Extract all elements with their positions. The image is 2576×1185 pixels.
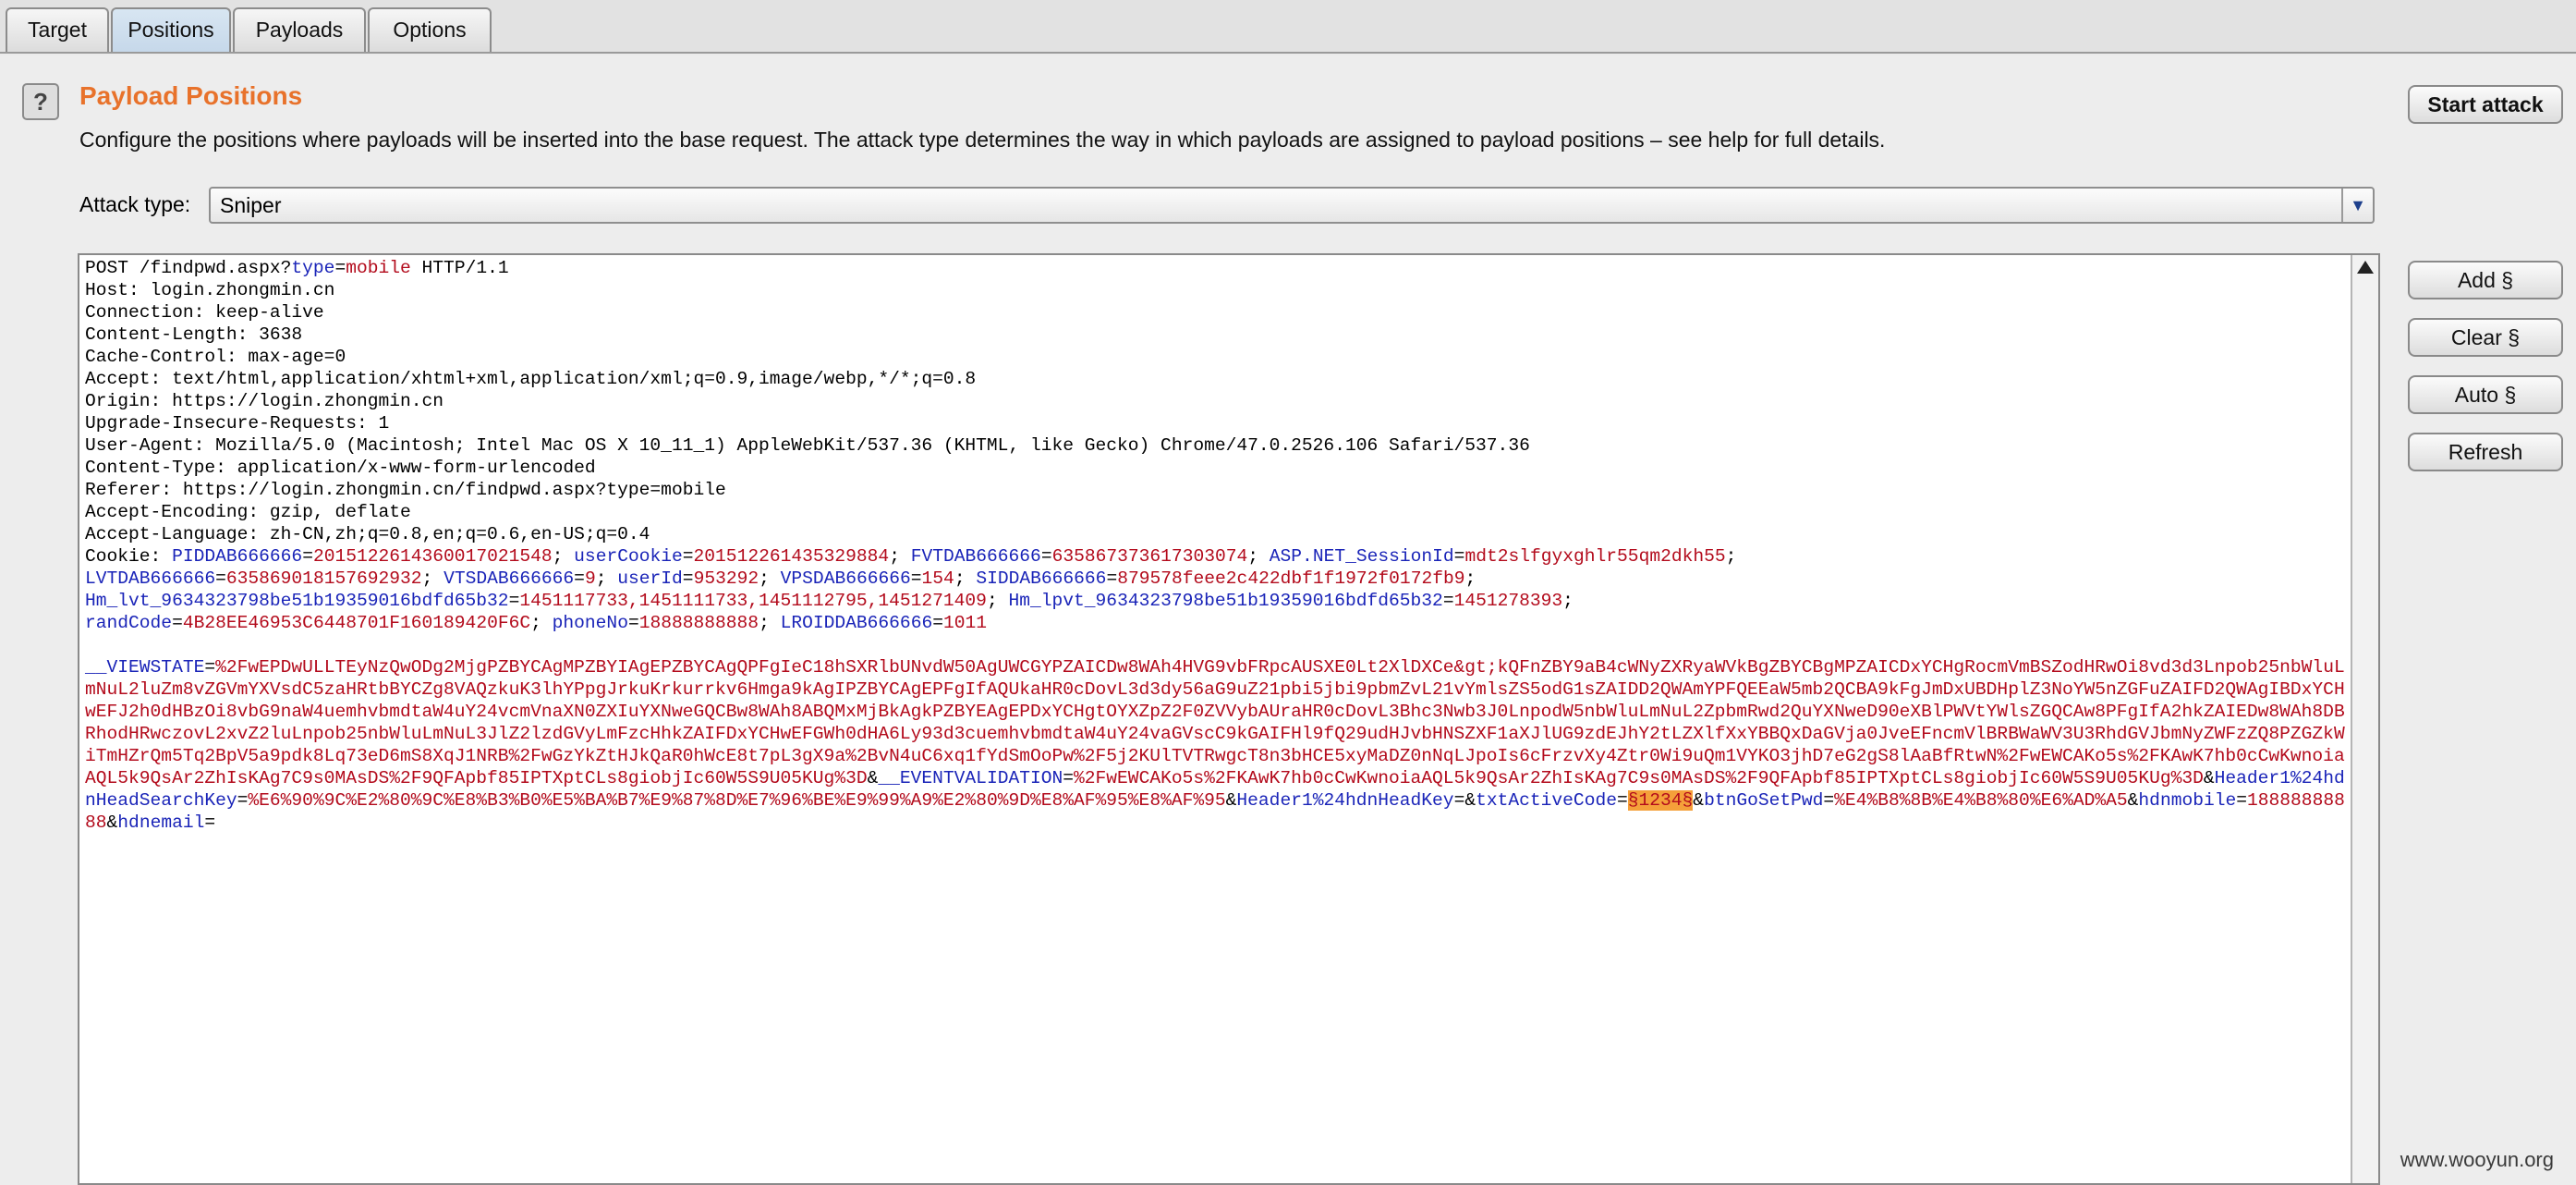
tab-bar: Target Positions Payloads Options (0, 0, 2576, 54)
attack-type-select[interactable]: Sniper ▼ (209, 187, 2375, 224)
start-attack-button[interactable]: Start attack (2408, 85, 2563, 124)
tab-target[interactable]: Target (6, 7, 109, 52)
auto-marker-button[interactable]: Auto § (2408, 375, 2563, 414)
watermark: www.wooyun.org (2400, 1148, 2554, 1171)
payload-marker: §1234§ (1627, 790, 1694, 811)
attack-type-label: Attack type: (79, 192, 191, 216)
positions-panel: ? Payload Positions Configure the positi… (0, 55, 2576, 1185)
request-text[interactable]: POST /findpwd.aspx?type=mobile HTTP/1.1 … (85, 257, 2347, 834)
help-icon[interactable]: ? (22, 83, 59, 120)
tab-positions[interactable]: Positions (111, 7, 231, 52)
panel-title: Payload Positions (79, 81, 303, 110)
scroll-up-icon[interactable] (2357, 261, 2374, 274)
refresh-button[interactable]: Refresh (2408, 433, 2563, 471)
add-marker-button[interactable]: Add § (2408, 261, 2563, 299)
tab-options[interactable]: Options (368, 7, 492, 52)
attack-type-value: Sniper (220, 193, 282, 217)
clear-marker-button[interactable]: Clear § (2408, 318, 2563, 357)
chevron-down-icon[interactable]: ▼ (2341, 189, 2373, 222)
panel-description: Configure the positions where payloads w… (79, 128, 1886, 152)
request-editor[interactable]: POST /findpwd.aspx?type=mobile HTTP/1.1 … (78, 253, 2380, 1185)
editor-scrollbar[interactable] (2351, 255, 2378, 1183)
tab-payloads[interactable]: Payloads (233, 7, 366, 52)
